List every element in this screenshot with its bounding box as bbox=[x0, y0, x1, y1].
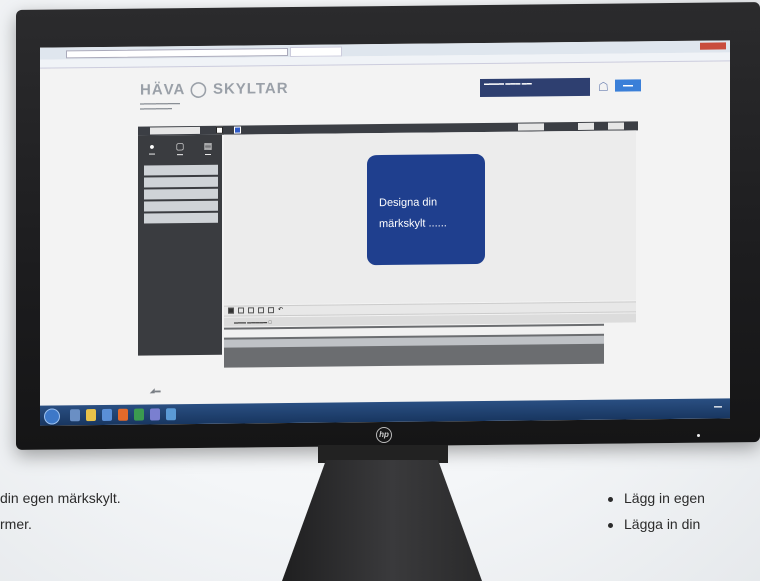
caption-line-2: rmer. bbox=[0, 516, 32, 532]
list-item[interactable] bbox=[144, 212, 218, 224]
browser-tab[interactable] bbox=[290, 46, 342, 57]
list-item[interactable] bbox=[144, 188, 218, 200]
window-close-button[interactable] bbox=[700, 42, 726, 50]
footer-logo: ◢▬ bbox=[150, 388, 161, 395]
taskbar-clock: ▬▬ bbox=[714, 403, 722, 409]
font-select[interactable] bbox=[150, 126, 200, 135]
sign-preview[interactable]: Designa din märkskylt ...... bbox=[367, 153, 485, 266]
taskbar-app[interactable] bbox=[134, 408, 144, 421]
left-panel: ● ▬▬ ▢ ▬▬ ▤ ▬▬ bbox=[138, 134, 222, 356]
monitor-screen: HÄVA ◯ SKYLTAR ▬▬▬▬▬▬▬▬▬▬ ▬▬▬▬▬▬▬▬ ▬▬▬▬ … bbox=[40, 40, 730, 426]
hp-logo-icon: hp bbox=[376, 427, 392, 443]
taskbar-app[interactable] bbox=[166, 408, 176, 421]
layers-panel bbox=[224, 323, 604, 368]
undo-icon[interactable]: ↶ bbox=[278, 307, 284, 313]
width-input[interactable] bbox=[578, 122, 594, 130]
list-item-1: Lägg in egen bbox=[624, 490, 705, 506]
bullet-icon bbox=[608, 497, 613, 502]
taskbar-app[interactable] bbox=[86, 409, 96, 422]
user-icon[interactable]: ● ▬▬ bbox=[139, 141, 165, 155]
list-item[interactable] bbox=[144, 200, 218, 212]
size-select[interactable] bbox=[518, 123, 544, 131]
image-icon[interactable]: ▢ ▬▬ bbox=[167, 141, 193, 156]
start-button[interactable] bbox=[44, 408, 60, 425]
text-icon[interactable] bbox=[248, 307, 254, 314]
color-swatch-blue[interactable] bbox=[234, 126, 241, 134]
delete-icon[interactable] bbox=[268, 307, 274, 314]
list-item-2: Lägga in din bbox=[624, 516, 701, 532]
color-swatch-white[interactable] bbox=[216, 126, 223, 134]
height-input[interactable] bbox=[608, 122, 624, 130]
bullet-icon bbox=[608, 523, 613, 528]
monitor-stand bbox=[282, 460, 482, 581]
list-item[interactable] bbox=[144, 176, 218, 188]
list-item[interactable] bbox=[144, 164, 218, 176]
copy-icon[interactable] bbox=[238, 307, 244, 314]
caption-line-1: din egen märkskylt. bbox=[0, 490, 121, 506]
design-canvas[interactable]: Designa din märkskylt ...... bbox=[224, 130, 636, 305]
taskbar-app[interactable] bbox=[102, 408, 112, 421]
layer-row[interactable] bbox=[224, 335, 604, 348]
contact-box: ▬▬▬▬ ▬▬▬ ▬▬ bbox=[480, 77, 590, 98]
login-button[interactable]: ▬▬ bbox=[615, 79, 641, 92]
taskbar-app[interactable] bbox=[150, 408, 160, 421]
template-icon[interactable]: ▤ ▬▬ bbox=[195, 140, 221, 155]
sign-line-1: Designa din bbox=[379, 196, 438, 210]
power-indicator bbox=[697, 434, 700, 437]
cart-icon[interactable]: ☖ bbox=[598, 80, 609, 94]
site-logo[interactable]: HÄVA ◯ SKYLTAR bbox=[140, 79, 289, 99]
site-tagline: ▬▬▬▬▬▬▬▬▬▬ ▬▬▬▬▬▬▬▬ bbox=[140, 100, 180, 111]
taskbar-app[interactable] bbox=[118, 408, 128, 421]
sign-line-2: märkskylt ...... bbox=[379, 217, 447, 231]
taskbar-app[interactable] bbox=[70, 409, 80, 422]
save-icon[interactable] bbox=[228, 307, 234, 314]
align-icon[interactable] bbox=[258, 307, 264, 314]
